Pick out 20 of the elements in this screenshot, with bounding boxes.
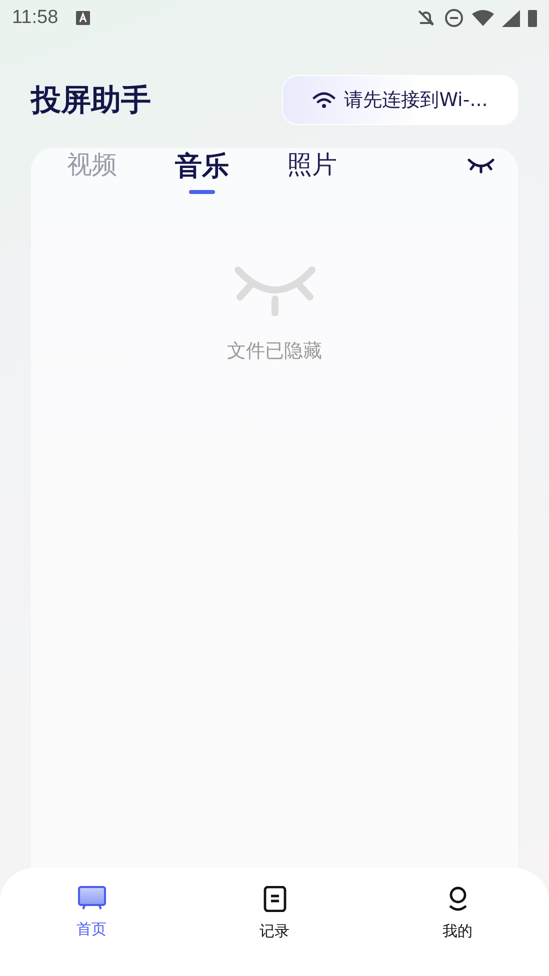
empty-message: 文件已隐藏 (227, 339, 322, 364)
document-icon (262, 886, 286, 912)
status-time: 11:58 (12, 7, 58, 29)
wifi-connect-button[interactable]: 请先连接到Wi-... (282, 75, 518, 125)
nav-tab[interactable]: 记录 (230, 886, 320, 948)
nav-tab[interactable]: 我的 (412, 886, 502, 948)
battery-icon (528, 10, 537, 26)
wifi-signal-icon (472, 10, 494, 26)
do-not-disturb-icon (444, 8, 464, 28)
media-tab[interactable]: 照片 (287, 148, 337, 191)
app-title: 投屏助手 (31, 82, 151, 120)
cell-signal-icon (502, 10, 520, 26)
wifi-icon (312, 91, 336, 109)
bell-off-icon (416, 8, 436, 28)
closed-eye-icon (234, 266, 316, 316)
nav-tab[interactable]: 首页 (46, 886, 136, 948)
tv-icon (78, 886, 106, 910)
closed-eye-icon[interactable] (466, 156, 496, 174)
media-tab[interactable]: 音乐 (175, 148, 229, 194)
keyboard-notification-icon (76, 11, 90, 25)
